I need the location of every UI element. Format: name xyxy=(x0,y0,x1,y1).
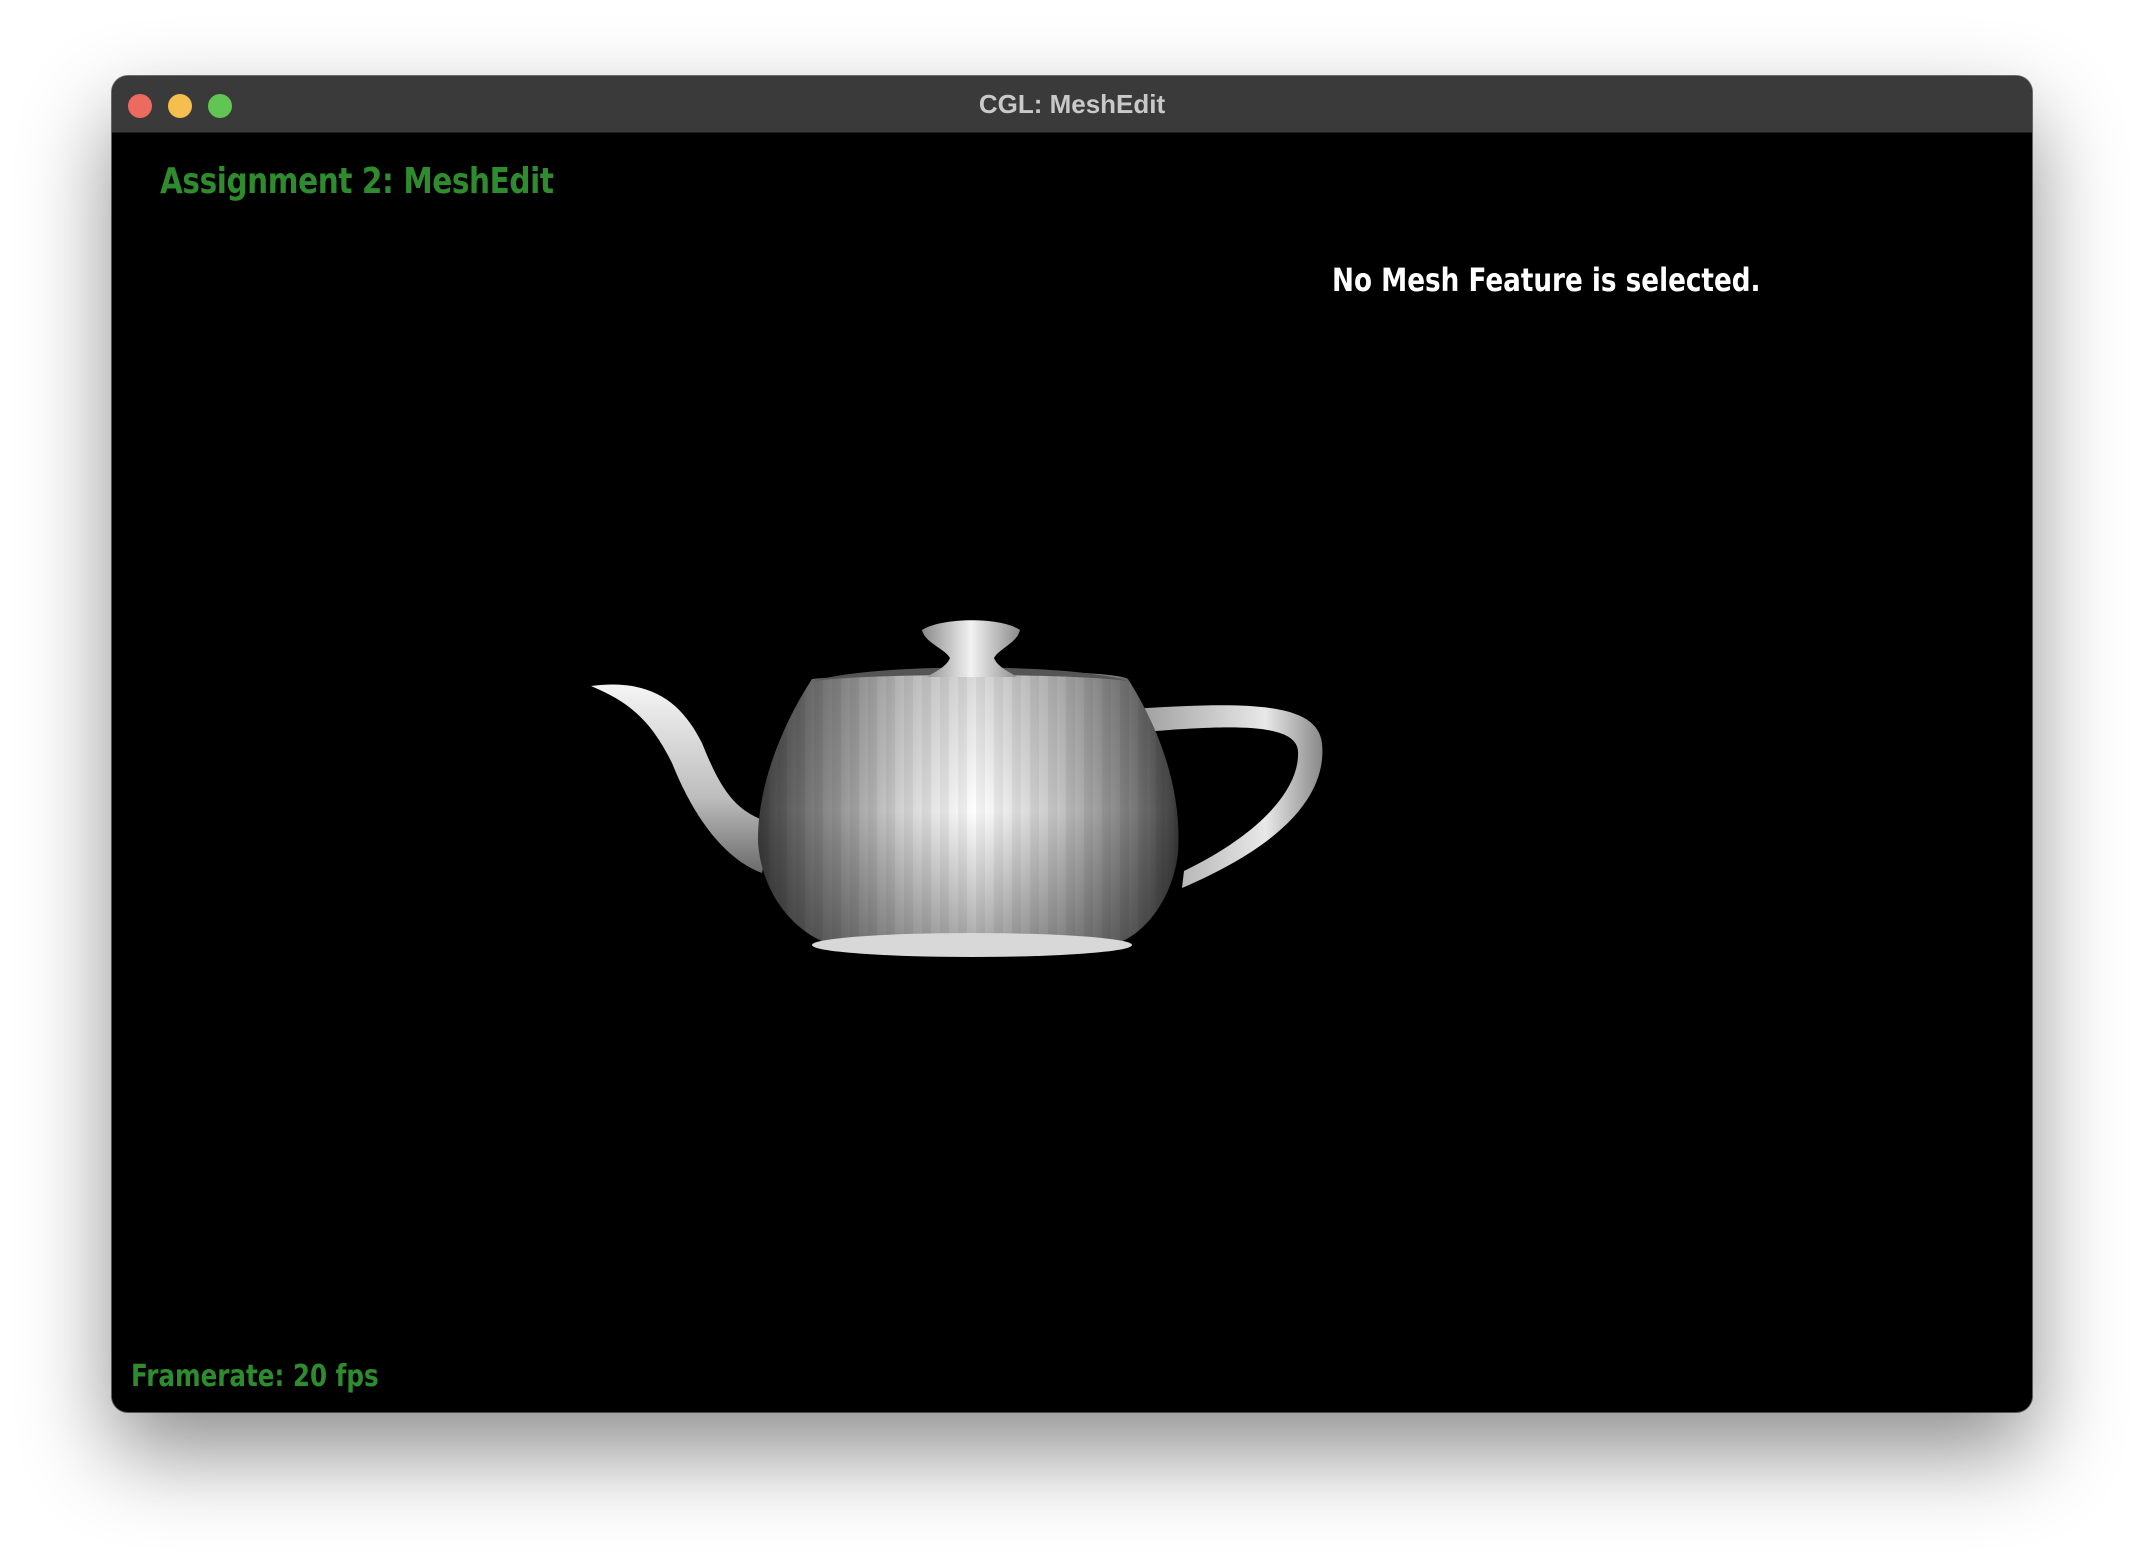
title-bar[interactable]: CGL: MeshEdit xyxy=(112,76,2032,133)
mesh-viewport[interactable]: Assignment 2: MeshEdit No Mesh Feature i… xyxy=(112,133,2032,1412)
teapot-base xyxy=(812,933,1132,957)
framerate-readout: Framerate: 20 fps xyxy=(131,1359,379,1394)
selection-status: No Mesh Feature is selected. xyxy=(1332,261,1761,299)
app-window: CGL: MeshEdit Assignment 2: MeshEdit No … xyxy=(112,76,2032,1412)
teapot-spout xyxy=(591,684,772,873)
teapot-mesh[interactable] xyxy=(112,133,2032,1412)
assignment-title: Assignment 2: MeshEdit xyxy=(160,161,554,202)
window-title: CGL: MeshEdit xyxy=(978,89,1166,119)
